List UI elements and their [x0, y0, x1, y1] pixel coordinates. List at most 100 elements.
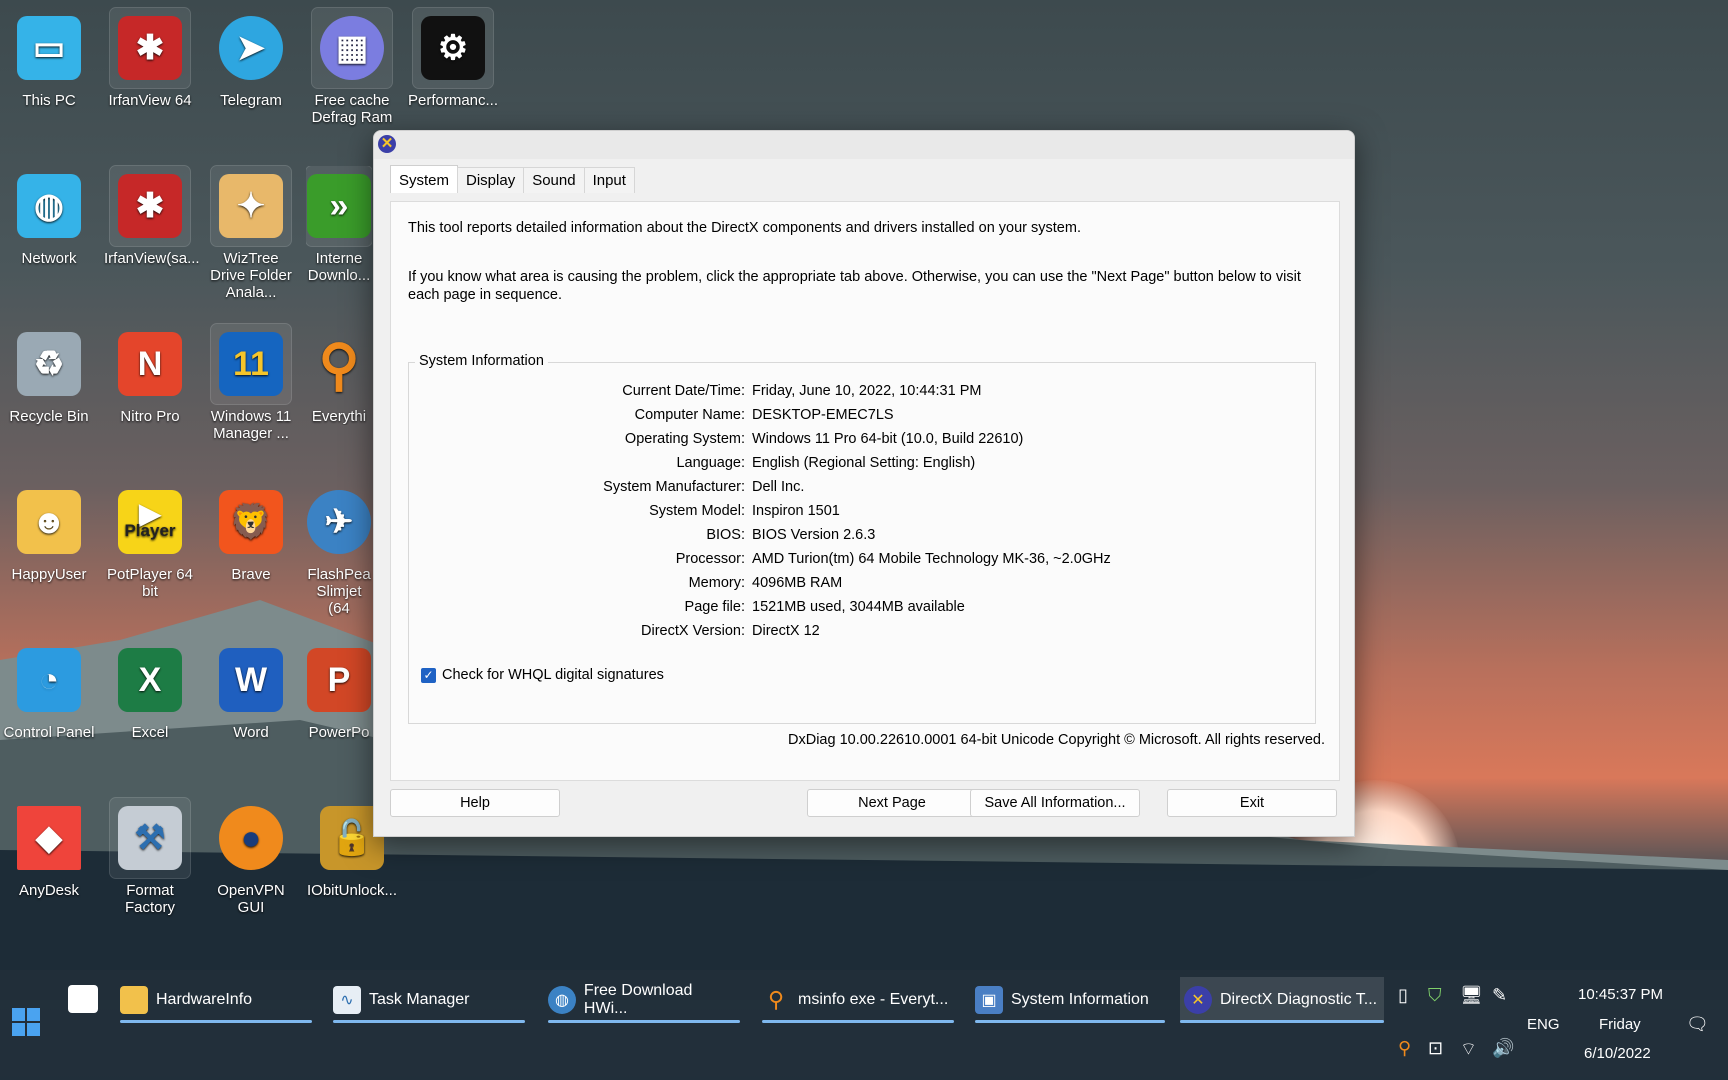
taskbar-item-hardwareinfo[interactable]: HardwareInfo [120, 977, 312, 1023]
browser-globe-icon: ◍ [548, 986, 576, 1014]
task-manager-icon: ∿ [333, 986, 361, 1014]
system-information-group: System Information Current Date/Time: Fri… [408, 353, 1316, 724]
ram-chip-icon: ▦ [320, 16, 384, 80]
whql-checkbox[interactable]: ✓ Check for WHQL digital signatures [421, 667, 664, 683]
exit-button[interactable]: Exit [1167, 789, 1337, 817]
desktop-icon-excel[interactable]: X Excel [104, 640, 196, 741]
start-button[interactable] [12, 1008, 40, 1036]
shield-icon[interactable]: ⛉ [1428, 985, 1442, 1006]
desktop-icon-everything[interactable]: ⚲ Everythi [306, 324, 372, 425]
clock-date[interactable]: 6/10/2022 [1584, 1045, 1651, 1062]
info-row-computer-name: Computer Name: DESKTOP-EMEC7LS [634, 407, 894, 423]
taskbar-item-directx[interactable]: ✕ DirectX Diagnostic T... [1180, 977, 1384, 1023]
desktop-icon-openvpn[interactable]: ● OpenVPN GUI [205, 798, 297, 916]
recycle-bin-icon: ♻ [17, 332, 81, 396]
taskbar-item-system-information[interactable]: ▣ System Information [975, 977, 1165, 1023]
tab-display[interactable]: Display [457, 167, 525, 193]
desktop-icon-telegram[interactable]: ➤ Telegram [205, 8, 297, 109]
system-info-icon: ▣ [975, 986, 1003, 1014]
taskbar-item-everything[interactable]: ⚲ msinfo exe - Everyt... [762, 977, 954, 1023]
word-icon: W [219, 648, 283, 712]
network-globe-icon: ◍ [17, 174, 81, 238]
desktop-icon-wiztree[interactable]: ✦ WizTree Drive Folder Anala... [205, 165, 297, 301]
desktop-icon-idm[interactable]: » Interne Downlo... [306, 166, 372, 284]
volume-icon[interactable]: 🔊 [1492, 1038, 1514, 1059]
format-factory-icon: ⚒ [118, 806, 182, 870]
desktop-icon-network[interactable]: ◍ Network [3, 166, 95, 267]
desktop-icon-powerpoint[interactable]: P PowerPo [306, 640, 372, 741]
irfanview-icon: ✱ [118, 16, 182, 80]
clock-day[interactable]: Friday [1599, 1016, 1641, 1033]
language-indicator[interactable]: ENG [1527, 1016, 1560, 1033]
directx-icon: ✕ [378, 135, 396, 153]
desktop-icon-irfanview-sa[interactable]: ✱ IrfanView(sa... [104, 165, 200, 267]
desktop-icon-slimjet[interactable]: ✈ FlashPea Slimjet (64 [306, 482, 372, 617]
desktop-icon-irfanview64[interactable]: ✱ IrfanView 64 [104, 7, 196, 109]
openvpn-icon: ● [219, 806, 283, 870]
win11-manager-icon: 11 [219, 332, 283, 396]
directx-icon: ✕ [1184, 986, 1212, 1014]
directx-diagnostic-dialog: ✕ System Display Sound Input This tool r… [373, 130, 1355, 837]
anydesk-icon: ◆ [17, 806, 81, 870]
user-folder-icon: ☻ [17, 490, 81, 554]
desktop-icon-performance[interactable]: ⚙ Performanc... [407, 7, 499, 109]
brave-lion-icon: 🦁 [219, 490, 283, 554]
potplayer-icon: ▶ Player [118, 490, 182, 554]
wifi-icon[interactable]: ⌔ [1460, 1038, 1477, 1061]
checkmark-icon[interactable]: ✓ [421, 667, 436, 683]
dialog-titlebar[interactable]: ✕ [374, 131, 1354, 159]
desktop-icon-happyuser[interactable]: ☻ HappyUser [3, 482, 95, 583]
desktop-icon-win11-manager[interactable]: 11 Windows 11 Manager ... [205, 323, 297, 442]
idm-icon: » [307, 174, 371, 238]
pin-icon[interactable]: ✎ [1492, 985, 1507, 1006]
nitro-icon: N [118, 332, 182, 396]
info-row-manufacturer: System Manufacturer: Dell Inc. [603, 479, 805, 495]
desktop-icon-anydesk[interactable]: ◆ AnyDesk [3, 798, 95, 899]
irfanview-icon: ✱ [118, 174, 182, 238]
control-panel-icon: ◔ [17, 648, 81, 712]
whql-label: Check for WHQL digital signatures [442, 667, 664, 683]
taskbar-item-task-manager[interactable]: ∿ Task Manager [333, 977, 525, 1023]
info-row-bios: BIOS: BIOS Version 2.6.3 [706, 527, 876, 543]
tab-input[interactable]: Input [583, 167, 635, 193]
desktop-icon-potplayer[interactable]: ▶ Player PotPlayer 64 bit [104, 482, 196, 600]
notification-icon[interactable]: 🗨 [1686, 1014, 1709, 1035]
desktop-icon-word[interactable]: W Word [205, 640, 297, 741]
search-magnifier-icon: ⚲ [318, 332, 360, 396]
clock-time[interactable]: 10:45:37 PM [1578, 986, 1663, 1003]
store-icon[interactable] [68, 985, 98, 1013]
desktop-icon-control-panel[interactable]: ◔ Control Panel [3, 640, 95, 741]
info-row-page-file: Page file: 1521MB used, 3044MB available [684, 599, 965, 615]
monitor-icon: ▭ [17, 16, 81, 80]
desktop-icon-format-factory[interactable]: ⚒ Format Factory [104, 797, 196, 916]
taskbar-item-browser[interactable]: ◍ Free Download HWi... [548, 977, 740, 1023]
tab-sound[interactable]: Sound [523, 167, 585, 193]
desktop-icon-brave[interactable]: 🦁 Brave [205, 482, 297, 583]
desktop-icon-this-pc[interactable]: ▭ This PC [3, 8, 95, 109]
desktop-icon-nitro-pro[interactable]: N Nitro Pro [104, 324, 196, 425]
gauge-icon: ⚙ [421, 16, 485, 80]
excel-icon: X [118, 648, 182, 712]
intro-text: This tool reports detailed information a… [408, 220, 1081, 236]
system-tab-panel: This tool reports detailed information a… [390, 201, 1340, 781]
info-row-datetime: Current Date/Time: Friday, June 10, 2022,… [622, 383, 982, 399]
dialog-tabs: System Display Sound Input [390, 165, 635, 193]
group-title: System Information [415, 353, 548, 369]
info-row-model: System Model: Inspiron 1501 [649, 503, 840, 519]
info-row-memory: Memory: 4096MB RAM [688, 575, 843, 591]
display-icon[interactable]: 🖥 [1460, 985, 1483, 1006]
info-row-language: Language: English (Regional Setting: Engl… [676, 455, 976, 471]
tab-system[interactable]: System [390, 165, 459, 193]
copyright-text: DxDiag 10.00.22610.0001 64-bit Unicode C… [788, 732, 1325, 748]
desktop-icon-free-cache[interactable]: ▦ Free cache Defrag Ram [306, 7, 398, 126]
desktop-icon-recycle-bin[interactable]: ♻ Recycle Bin [3, 324, 95, 425]
search-magnifier-icon: ⚲ [767, 987, 785, 1012]
notebook-icon[interactable]: ▯ [1398, 985, 1408, 1006]
battery-plug-icon[interactable]: ⊡ [1428, 1038, 1443, 1059]
next-page-button[interactable]: Next Page [807, 789, 977, 817]
slimjet-globe-icon: ✈ [307, 490, 371, 554]
search-magnifier-icon[interactable]: ⚲ [1398, 1038, 1411, 1059]
help-button[interactable]: Help [390, 789, 560, 817]
telegram-icon: ➤ [219, 16, 283, 80]
save-all-information-button[interactable]: Save All Information... [970, 789, 1140, 817]
